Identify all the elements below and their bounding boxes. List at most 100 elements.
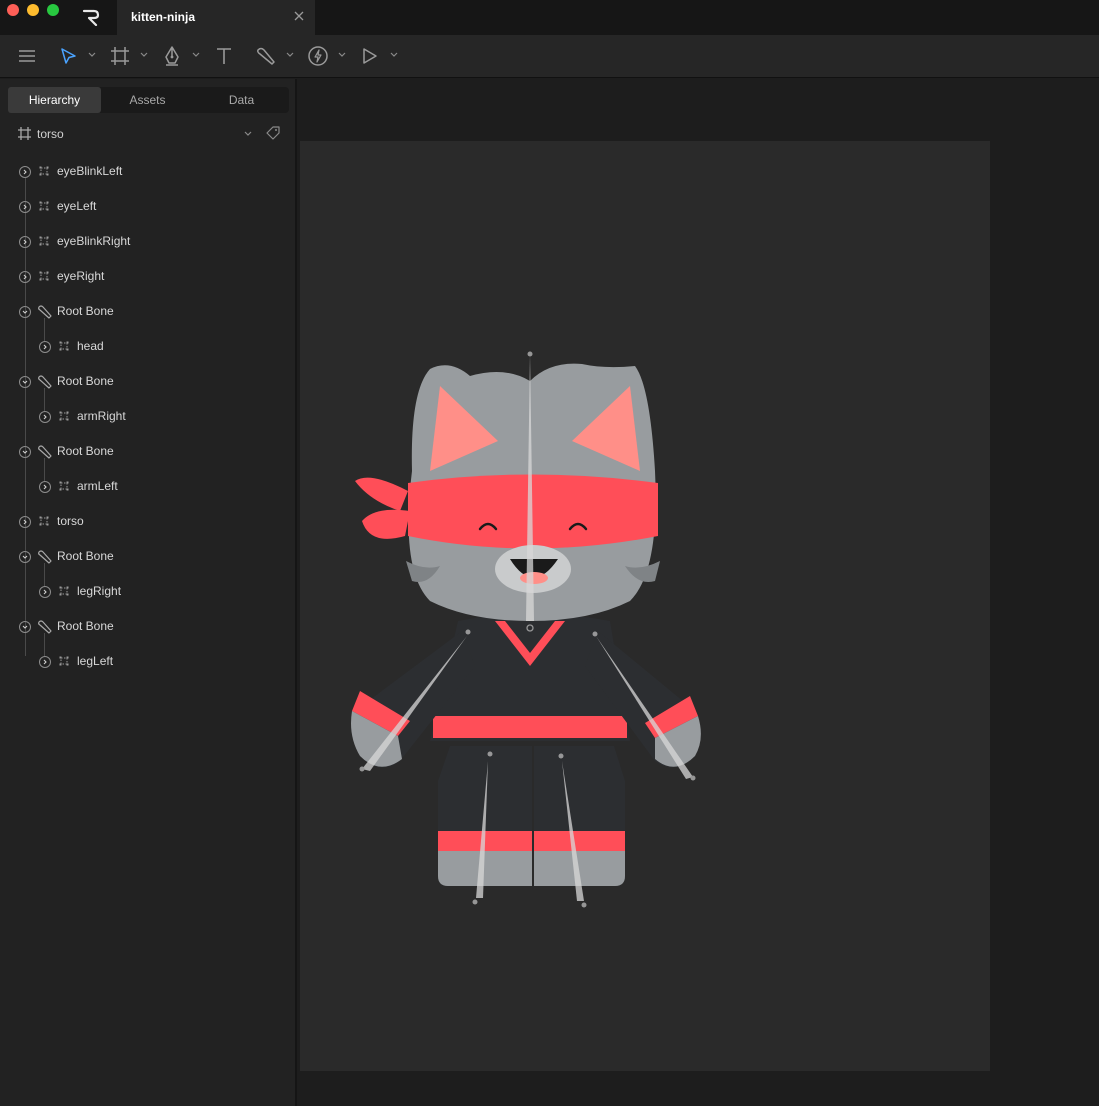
tab-data[interactable]: Data: [194, 87, 289, 113]
toolbar: [0, 35, 1099, 78]
pen-icon: [165, 46, 179, 66]
hierarchy-row-label: eyeRight: [57, 269, 105, 283]
menu-button[interactable]: [18, 45, 36, 67]
chevron-down-icon[interactable]: [390, 52, 398, 58]
tab-hierarchy[interactable]: Hierarchy: [8, 87, 101, 113]
hierarchy-row-legleft[interactable]: legLeft: [0, 644, 295, 679]
artboard-frame-icon: [18, 127, 31, 140]
artboard-frame-icon: [111, 47, 129, 65]
hierarchy-row-label: eyeLeft: [57, 199, 97, 213]
bone-icon: [37, 304, 52, 319]
shape-icon: [37, 269, 51, 283]
minimize-window-button[interactable]: [27, 4, 39, 16]
play-button[interactable]: [360, 45, 380, 67]
shape-icon: [57, 409, 71, 423]
select-tool-button[interactable]: [58, 45, 78, 67]
collapse-toggle-icon[interactable]: [19, 621, 31, 633]
hierarchy-row-label: head: [77, 339, 104, 353]
shape-icon: [37, 164, 51, 178]
collapse-toggle-icon[interactable]: [19, 376, 31, 388]
chevron-down-icon[interactable]: [338, 52, 346, 58]
hierarchy-row-label: eyeBlinkLeft: [57, 164, 123, 178]
shape-icon: [37, 514, 51, 528]
bone-icon: [37, 549, 52, 564]
artboard-selector[interactable]: torso: [0, 121, 295, 147]
hierarchy-panel: Hierarchy Assets Data torso eyeBlinkLeft…: [0, 79, 297, 1106]
hierarchy-row-label: Root Bone: [57, 444, 114, 458]
hierarchy-row-label: armLeft: [77, 479, 118, 493]
shape-icon: [37, 199, 51, 213]
rive-logo-icon[interactable]: [82, 8, 100, 26]
hierarchy-row-label: armRight: [77, 409, 126, 423]
hierarchy-row-torso[interactable]: torso: [0, 504, 295, 539]
hierarchy-row-eyeright[interactable]: eyeRight: [0, 259, 295, 294]
document-tab[interactable]: kitten-ninja: [117, 0, 315, 35]
expand-toggle-icon[interactable]: [39, 411, 51, 423]
artboard-tool-button[interactable]: [110, 45, 130, 67]
stage-canvas[interactable]: [299, 79, 1099, 1106]
hierarchy-row-legright[interactable]: legRight: [0, 574, 295, 609]
expand-toggle-icon[interactable]: [39, 481, 51, 493]
expand-toggle-icon[interactable]: [39, 656, 51, 668]
chevron-down-icon[interactable]: [88, 52, 96, 58]
chevron-down-icon[interactable]: [286, 52, 294, 58]
lightning-icon: [308, 46, 328, 66]
hierarchy-row-label: eyeBlinkRight: [57, 234, 131, 248]
shape-icon: [57, 339, 71, 353]
expand-toggle-icon[interactable]: [19, 271, 31, 283]
expand-toggle-icon[interactable]: [39, 586, 51, 598]
zoom-window-button[interactable]: [47, 4, 59, 16]
hierarchy-row-eyeleft[interactable]: eyeLeft: [0, 189, 295, 224]
expand-toggle-icon[interactable]: [19, 516, 31, 528]
shape-icon: [57, 654, 71, 668]
hierarchy-row-eyeblinkright[interactable]: eyeBlinkRight: [0, 224, 295, 259]
text-tool-button[interactable]: [214, 45, 234, 67]
bone-icon: [37, 444, 52, 459]
hierarchy-row-armright[interactable]: armRight: [0, 399, 295, 434]
artboard[interactable]: [300, 141, 990, 1071]
expand-toggle-icon[interactable]: [19, 236, 31, 248]
hierarchy-row-label: Root Bone: [57, 304, 114, 318]
text-icon: [217, 48, 231, 64]
hierarchy-row-label: legLeft: [77, 654, 114, 668]
hierarchy-row-label: Root Bone: [57, 619, 114, 633]
hierarchy-row-label: legRight: [77, 584, 122, 598]
hierarchy-row-label: torso: [57, 514, 84, 528]
pen-tool-button[interactable]: [162, 45, 182, 67]
expand-toggle-icon[interactable]: [19, 201, 31, 213]
hierarchy-row-label: Root Bone: [57, 549, 114, 563]
close-tab-icon[interactable]: [293, 10, 305, 22]
expand-toggle-icon[interactable]: [19, 166, 31, 178]
bone-tool-button[interactable]: [255, 45, 277, 67]
leg-right-shape: [534, 746, 625, 886]
collapse-toggle-icon[interactable]: [19, 306, 31, 318]
bone-icon: [37, 374, 52, 389]
constraint-tool-button[interactable]: [307, 45, 329, 67]
hierarchy-row-label: Root Bone: [57, 374, 114, 388]
collapse-toggle-icon[interactable]: [19, 446, 31, 458]
bone-icon: [37, 619, 52, 634]
select-arrow-icon: [61, 48, 76, 64]
tab-assets[interactable]: Assets: [101, 87, 194, 113]
chevron-down-icon[interactable]: [140, 52, 148, 58]
collapse-toggle-icon[interactable]: [19, 551, 31, 563]
play-icon: [363, 48, 377, 64]
headband-tail-shape: [355, 477, 410, 539]
hierarchy-row-head[interactable]: head: [0, 329, 295, 364]
chevron-down-icon[interactable]: [192, 52, 200, 58]
bone-icon: [257, 47, 275, 65]
shape-icon: [37, 234, 51, 248]
panel-tabs: Hierarchy Assets Data: [8, 87, 289, 113]
hierarchy-row-armleft[interactable]: armLeft: [0, 469, 295, 504]
tag-icon[interactable]: [266, 126, 280, 140]
close-window-button[interactable]: [7, 4, 19, 16]
hierarchy-row-eyeblinkleft[interactable]: eyeBlinkLeft: [0, 154, 295, 189]
chevron-down-icon[interactable]: [244, 131, 252, 137]
expand-toggle-icon[interactable]: [39, 341, 51, 353]
menu-icon: [19, 50, 35, 62]
title-bar: kitten-ninja: [0, 0, 1099, 35]
shape-icon: [57, 584, 71, 598]
artboard-name: torso: [37, 127, 64, 141]
shape-icon: [57, 479, 71, 493]
kitten-ninja-illustration[interactable]: [300, 141, 990, 1071]
